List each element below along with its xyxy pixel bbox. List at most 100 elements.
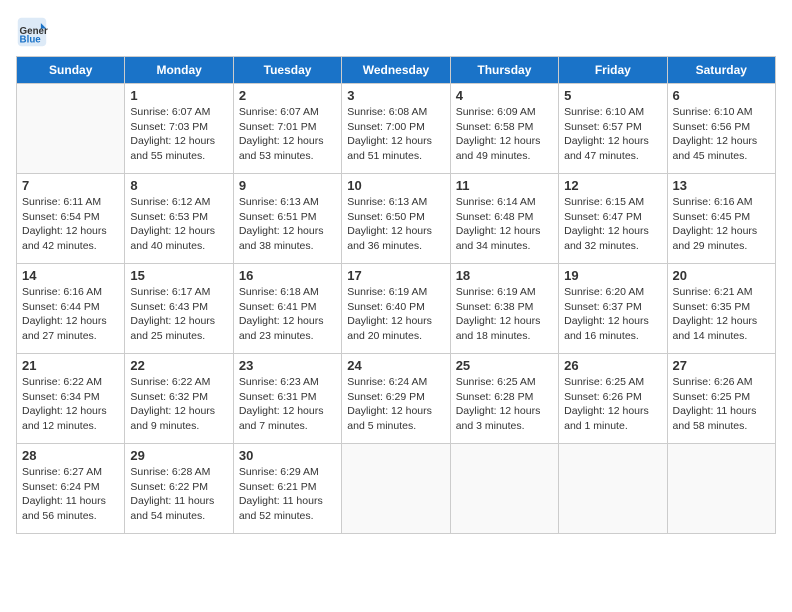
day-info: Sunrise: 6:21 AM Sunset: 6:35 PM Dayligh…	[673, 285, 770, 344]
day-cell: 27 Sunrise: 6:26 AM Sunset: 6:25 PM Dayli…	[667, 354, 775, 444]
day-number: 4	[456, 88, 553, 103]
col-header-tuesday: Tuesday	[233, 57, 341, 84]
day-number: 29	[130, 448, 227, 463]
logo: General Blue	[16, 16, 52, 48]
day-info: Sunrise: 6:14 AM Sunset: 6:48 PM Dayligh…	[456, 195, 553, 254]
day-number: 24	[347, 358, 444, 373]
day-info: Sunrise: 6:16 AM Sunset: 6:45 PM Dayligh…	[673, 195, 770, 254]
day-info: Sunrise: 6:10 AM Sunset: 6:57 PM Dayligh…	[564, 105, 661, 164]
week-row-3: 14 Sunrise: 6:16 AM Sunset: 6:44 PM Dayli…	[17, 264, 776, 354]
col-header-thursday: Thursday	[450, 57, 558, 84]
day-cell: 29 Sunrise: 6:28 AM Sunset: 6:22 PM Dayli…	[125, 444, 233, 534]
day-info: Sunrise: 6:09 AM Sunset: 6:58 PM Dayligh…	[456, 105, 553, 164]
day-number: 8	[130, 178, 227, 193]
day-number: 30	[239, 448, 336, 463]
day-info: Sunrise: 6:11 AM Sunset: 6:54 PM Dayligh…	[22, 195, 119, 254]
day-cell: 17 Sunrise: 6:19 AM Sunset: 6:40 PM Dayli…	[342, 264, 450, 354]
day-number: 22	[130, 358, 227, 373]
svg-text:Blue: Blue	[20, 35, 42, 46]
logo-icon: General Blue	[16, 16, 48, 48]
day-number: 23	[239, 358, 336, 373]
day-number: 18	[456, 268, 553, 283]
day-cell	[559, 444, 667, 534]
week-row-5: 28 Sunrise: 6:27 AM Sunset: 6:24 PM Dayli…	[17, 444, 776, 534]
day-cell	[17, 84, 125, 174]
day-info: Sunrise: 6:13 AM Sunset: 6:50 PM Dayligh…	[347, 195, 444, 254]
day-number: 9	[239, 178, 336, 193]
day-number: 11	[456, 178, 553, 193]
day-number: 13	[673, 178, 770, 193]
day-number: 3	[347, 88, 444, 103]
day-cell: 24 Sunrise: 6:24 AM Sunset: 6:29 PM Dayli…	[342, 354, 450, 444]
col-header-monday: Monday	[125, 57, 233, 84]
day-cell: 6 Sunrise: 6:10 AM Sunset: 6:56 PM Daylig…	[667, 84, 775, 174]
day-info: Sunrise: 6:22 AM Sunset: 6:32 PM Dayligh…	[130, 375, 227, 434]
day-info: Sunrise: 6:29 AM Sunset: 6:21 PM Dayligh…	[239, 465, 336, 524]
day-cell: 23 Sunrise: 6:23 AM Sunset: 6:31 PM Dayli…	[233, 354, 341, 444]
day-cell: 13 Sunrise: 6:16 AM Sunset: 6:45 PM Dayli…	[667, 174, 775, 264]
col-header-sunday: Sunday	[17, 57, 125, 84]
day-number: 27	[673, 358, 770, 373]
day-cell: 25 Sunrise: 6:25 AM Sunset: 6:28 PM Dayli…	[450, 354, 558, 444]
col-header-friday: Friday	[559, 57, 667, 84]
day-cell: 22 Sunrise: 6:22 AM Sunset: 6:32 PM Dayli…	[125, 354, 233, 444]
day-cell: 7 Sunrise: 6:11 AM Sunset: 6:54 PM Daylig…	[17, 174, 125, 264]
day-cell: 18Sunrise: 6:19 AM Sunset: 6:38 PM Dayli…	[450, 264, 558, 354]
day-info: Sunrise: 6:12 AM Sunset: 6:53 PM Dayligh…	[130, 195, 227, 254]
day-cell	[667, 444, 775, 534]
day-info: Sunrise: 6:26 AM Sunset: 6:25 PM Dayligh…	[673, 375, 770, 434]
day-cell: 3 Sunrise: 6:08 AM Sunset: 7:00 PM Daylig…	[342, 84, 450, 174]
day-info: Sunrise: 6:20 AM Sunset: 6:37 PM Dayligh…	[564, 285, 661, 344]
day-info: Sunrise: 6:23 AM Sunset: 6:31 PM Dayligh…	[239, 375, 336, 434]
day-info: Sunrise: 6:27 AM Sunset: 6:24 PM Dayligh…	[22, 465, 119, 524]
day-cell: 19 Sunrise: 6:20 AM Sunset: 6:37 PM Dayli…	[559, 264, 667, 354]
day-cell: 11 Sunrise: 6:14 AM Sunset: 6:48 PM Dayli…	[450, 174, 558, 264]
day-cell	[342, 444, 450, 534]
day-info: Sunrise: 6:28 AM Sunset: 6:22 PM Dayligh…	[130, 465, 227, 524]
day-cell: 1 Sunrise: 6:07 AM Sunset: 7:03 PM Daylig…	[125, 84, 233, 174]
day-number: 1	[130, 88, 227, 103]
day-cell: 20Sunrise: 6:21 AM Sunset: 6:35 PM Dayli…	[667, 264, 775, 354]
day-cell	[450, 444, 558, 534]
day-info: Sunrise: 6:16 AM Sunset: 6:44 PM Dayligh…	[22, 285, 119, 344]
day-cell: 10 Sunrise: 6:13 AM Sunset: 6:50 PM Dayli…	[342, 174, 450, 264]
day-cell: 28 Sunrise: 6:27 AM Sunset: 6:24 PM Dayli…	[17, 444, 125, 534]
day-number: 14	[22, 268, 119, 283]
day-info: Sunrise: 6:15 AM Sunset: 6:47 PM Dayligh…	[564, 195, 661, 254]
week-row-1: 1 Sunrise: 6:07 AM Sunset: 7:03 PM Daylig…	[17, 84, 776, 174]
day-cell: 16Sunrise: 6:18 AM Sunset: 6:41 PM Dayli…	[233, 264, 341, 354]
week-row-4: 21Sunrise: 6:22 AM Sunset: 6:34 PM Dayli…	[17, 354, 776, 444]
day-number: 7	[22, 178, 119, 193]
day-info: Sunrise: 6:25 AM Sunset: 6:26 PM Dayligh…	[564, 375, 661, 434]
day-info: Sunrise: 6:13 AM Sunset: 6:51 PM Dayligh…	[239, 195, 336, 254]
day-number: 25	[456, 358, 553, 373]
day-number: 5	[564, 88, 661, 103]
day-info: Sunrise: 6:25 AM Sunset: 6:28 PM Dayligh…	[456, 375, 553, 434]
day-number: 28	[22, 448, 119, 463]
day-info: Sunrise: 6:24 AM Sunset: 6:29 PM Dayligh…	[347, 375, 444, 434]
day-info: Sunrise: 6:19 AM Sunset: 6:40 PM Dayligh…	[347, 285, 444, 344]
day-cell: 14 Sunrise: 6:16 AM Sunset: 6:44 PM Dayli…	[17, 264, 125, 354]
day-cell: 30 Sunrise: 6:29 AM Sunset: 6:21 PM Dayli…	[233, 444, 341, 534]
day-number: 6	[673, 88, 770, 103]
day-number: 19	[564, 268, 661, 283]
day-info: Sunrise: 6:07 AM Sunset: 7:03 PM Dayligh…	[130, 105, 227, 164]
day-number: 2	[239, 88, 336, 103]
day-info: Sunrise: 6:22 AM Sunset: 6:34 PM Dayligh…	[22, 375, 119, 434]
day-cell: 2 Sunrise: 6:07 AM Sunset: 7:01 PM Daylig…	[233, 84, 341, 174]
day-number: 26	[564, 358, 661, 373]
week-row-2: 7 Sunrise: 6:11 AM Sunset: 6:54 PM Daylig…	[17, 174, 776, 264]
day-cell: 12 Sunrise: 6:15 AM Sunset: 6:47 PM Dayli…	[559, 174, 667, 264]
day-cell: 21Sunrise: 6:22 AM Sunset: 6:34 PM Dayli…	[17, 354, 125, 444]
day-info: Sunrise: 6:07 AM Sunset: 7:01 PM Dayligh…	[239, 105, 336, 164]
day-number: 12	[564, 178, 661, 193]
day-number: 10	[347, 178, 444, 193]
day-number: 15	[130, 268, 227, 283]
day-cell: 26 Sunrise: 6:25 AM Sunset: 6:26 PM Dayli…	[559, 354, 667, 444]
day-number: 16	[239, 268, 336, 283]
day-cell: 9 Sunrise: 6:13 AM Sunset: 6:51 PM Daylig…	[233, 174, 341, 264]
day-info: Sunrise: 6:10 AM Sunset: 6:56 PM Dayligh…	[673, 105, 770, 164]
day-info: Sunrise: 6:08 AM Sunset: 7:00 PM Dayligh…	[347, 105, 444, 164]
col-header-wednesday: Wednesday	[342, 57, 450, 84]
day-number: 17	[347, 268, 444, 283]
